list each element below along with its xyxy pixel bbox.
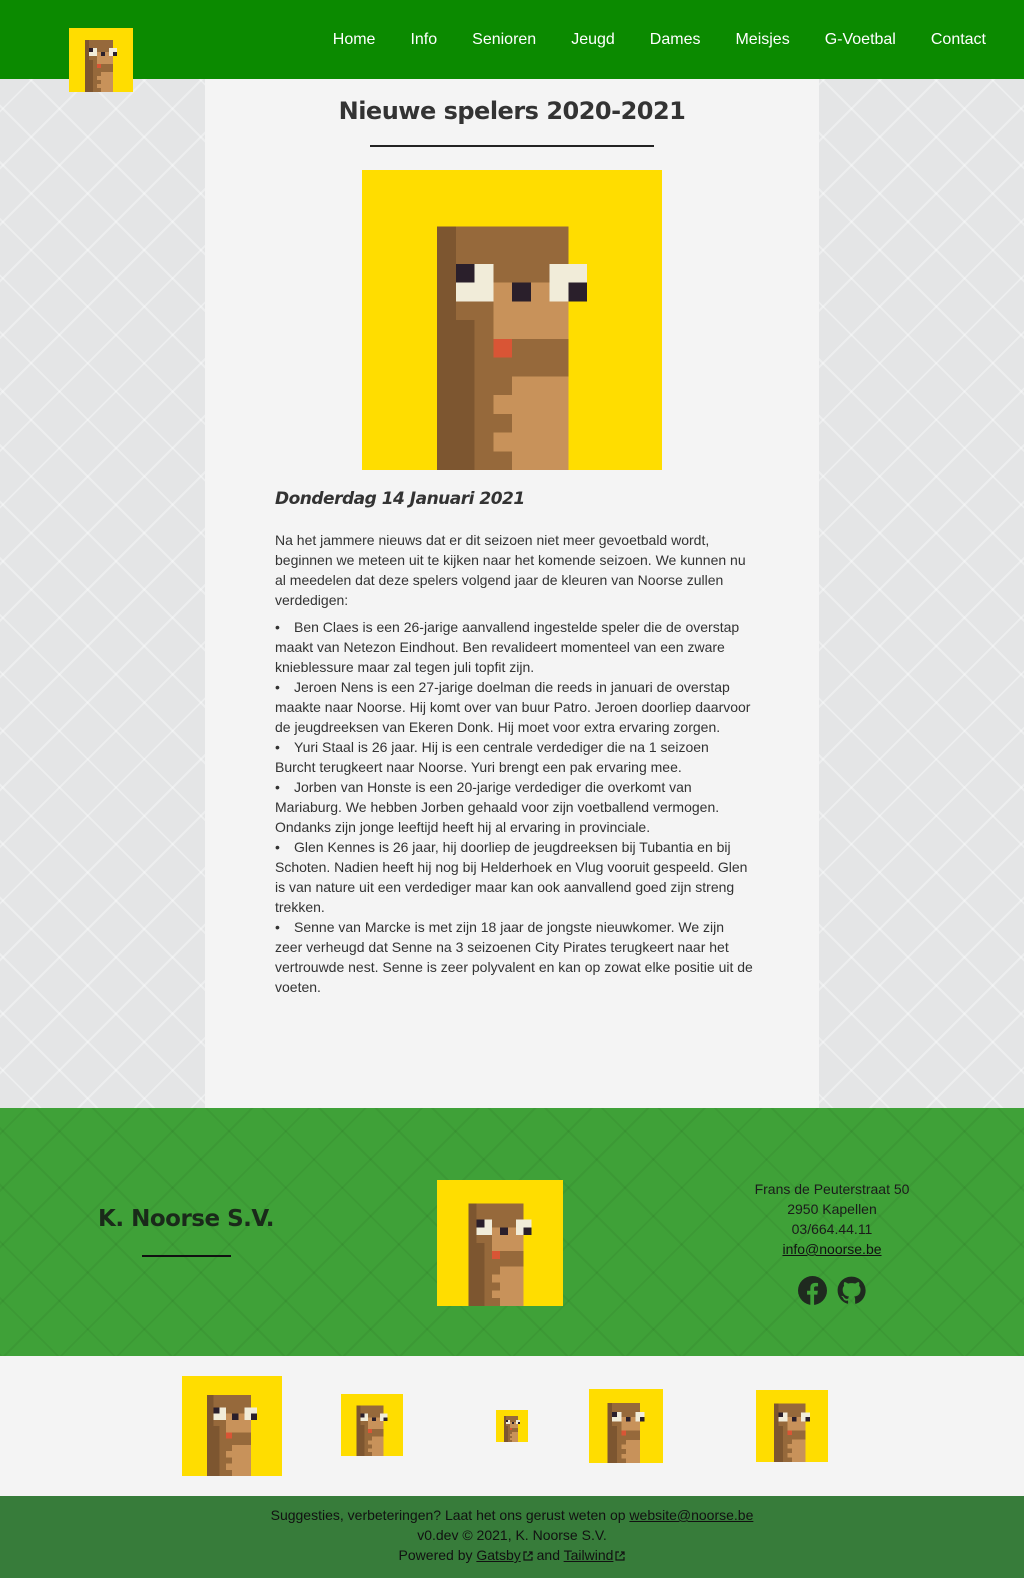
nav-info[interactable]: Info	[410, 0, 437, 79]
main-nav: Home Info Senioren Jeugd Dames Meisjes G…	[333, 0, 986, 79]
list-item-text: Jeroen Nens is een 27-jarige doelman die…	[275, 679, 751, 735]
address-street: Frans de Peuterstraat 50	[754, 1181, 910, 1197]
nav-jeugd[interactable]: Jeugd	[571, 0, 615, 79]
nav-contact[interactable]: Contact	[931, 0, 986, 79]
external-link-icon	[523, 1551, 533, 1561]
player-list: • Ben Claes is een 26-jarige aanvallend i…	[275, 617, 753, 997]
list-bullet: •	[275, 919, 280, 935]
sponsor-logo-5[interactable]	[756, 1390, 828, 1462]
sponsor-mascot-image	[182, 1376, 282, 1476]
list-item: • Glen Kennes is 26 jaar, hij doorliep de…	[275, 837, 753, 917]
article-card: Nieuwe spelers 2020-2021 Donderdag 14 Ja…	[205, 79, 819, 1108]
mascot-hero-image	[362, 170, 662, 470]
suggestion-text: Suggesties, verbeteringen? Laat het ons …	[270, 1507, 626, 1523]
list-item: • Ben Claes is een 26-jarige aanvallend i…	[275, 617, 753, 677]
list-bullet: •	[275, 779, 280, 795]
list-bullet: •	[275, 679, 280, 695]
list-item: • Jeroen Nens is een 27-jarige doelman di…	[275, 677, 753, 737]
phone-number: 03/664.44.11	[791, 1221, 873, 1237]
article-date: Donderdag 14 Januari 2021	[275, 489, 525, 509]
page-title: Nieuwe spelers 2020-2021	[338, 97, 686, 125]
gatsby-link-label: Gatsby	[476, 1547, 521, 1563]
list-item-text: Ben Claes is een 26-jarige aanvallend in…	[275, 619, 740, 675]
sponsor-logo-3[interactable]	[496, 1410, 528, 1442]
footer-mascot-image	[437, 1180, 563, 1306]
external-link-icon	[615, 1551, 626, 1561]
sponsor-logo-4[interactable]	[589, 1389, 663, 1463]
address-city: 2950 Kapellen	[787, 1201, 877, 1217]
club-mascot-logo	[69, 28, 133, 92]
list-item-text: Glen Kennes is 26 jaar, hij doorliep de …	[275, 839, 748, 915]
title-divider	[370, 145, 654, 147]
article-body: Na het jammere nieuws dat er dit seizoen…	[275, 530, 753, 997]
footer-logo	[437, 1180, 563, 1306]
list-bullet: •	[275, 619, 280, 635]
facebook-icon[interactable]	[798, 1276, 827, 1305]
powered-by-text: Powered by	[398, 1547, 473, 1563]
copyright: v0.dev © 2021, K. Noorse S.V.	[417, 1527, 607, 1543]
list-bullet: •	[275, 739, 280, 755]
home-logo-link[interactable]	[69, 28, 133, 92]
site-footer: K. Noorse S.V. Frans de Peuterstraat 50 …	[0, 1108, 1024, 1356]
sponsor-strip	[0, 1356, 1024, 1496]
club-name-divider	[142, 1255, 231, 1257]
gatsby-link[interactable]: Gatsby	[476, 1547, 533, 1563]
social-links	[798, 1276, 866, 1305]
list-item-text: Jorben van Honste is een 20-jarige verde…	[275, 779, 720, 835]
tailwind-link[interactable]: Tailwind	[564, 1547, 626, 1563]
top-navbar: Home Info Senioren Jeugd Dames Meisjes G…	[0, 0, 1024, 79]
contact-info: Frans de Peuterstraat 50 2950 Kapellen 0…	[732, 1179, 932, 1259]
article-image	[362, 170, 662, 470]
email-link[interactable]: info@noorse.be	[782, 1241, 881, 1257]
github-icon[interactable]	[837, 1276, 866, 1305]
club-name: K. Noorse S.V.	[98, 1206, 274, 1232]
list-item-text: Senne van Marcke is met zijn 18 jaar de …	[275, 919, 753, 995]
suggestion-email-link[interactable]: website@noorse.be	[629, 1507, 753, 1523]
tailwind-link-label: Tailwind	[563, 1547, 614, 1563]
nav-senioren[interactable]: Senioren	[472, 0, 536, 79]
nav-home[interactable]: Home	[333, 0, 376, 79]
nav-g-voetbal[interactable]: G-Voetbal	[825, 0, 896, 79]
and-text: and	[536, 1547, 560, 1563]
list-item: • Yuri Staal is 26 jaar. Hij is een centr…	[275, 737, 753, 777]
sponsor-mascot-image	[589, 1389, 663, 1463]
list-bullet: •	[275, 839, 280, 855]
list-item: • Senne van Marcke is met zijn 18 jaar de…	[275, 917, 753, 997]
list-item-text: Yuri Staal is 26 jaar. Hij is een centra…	[275, 739, 709, 775]
sponsor-mascot-image	[496, 1410, 528, 1442]
nav-meisjes[interactable]: Meisjes	[735, 0, 789, 79]
bottom-bar: Suggesties, verbeteringen? Laat het ons …	[0, 1496, 1024, 1578]
powered-by-line: Powered by Gatsby and Tailwind	[0, 1545, 1024, 1565]
sponsor-logo-1[interactable]	[182, 1376, 282, 1476]
nav-dames[interactable]: Dames	[650, 0, 701, 79]
sponsor-mascot-image	[756, 1390, 828, 1462]
suggestion-line: Suggesties, verbeteringen? Laat het ons …	[0, 1505, 1024, 1525]
article-intro: Na het jammere nieuws dat er dit seizoen…	[275, 532, 746, 608]
list-item: • Jorben van Honste is een 20-jarige verd…	[275, 777, 753, 837]
sponsor-mascot-image	[341, 1394, 403, 1456]
sponsor-logo-2[interactable]	[341, 1394, 403, 1456]
